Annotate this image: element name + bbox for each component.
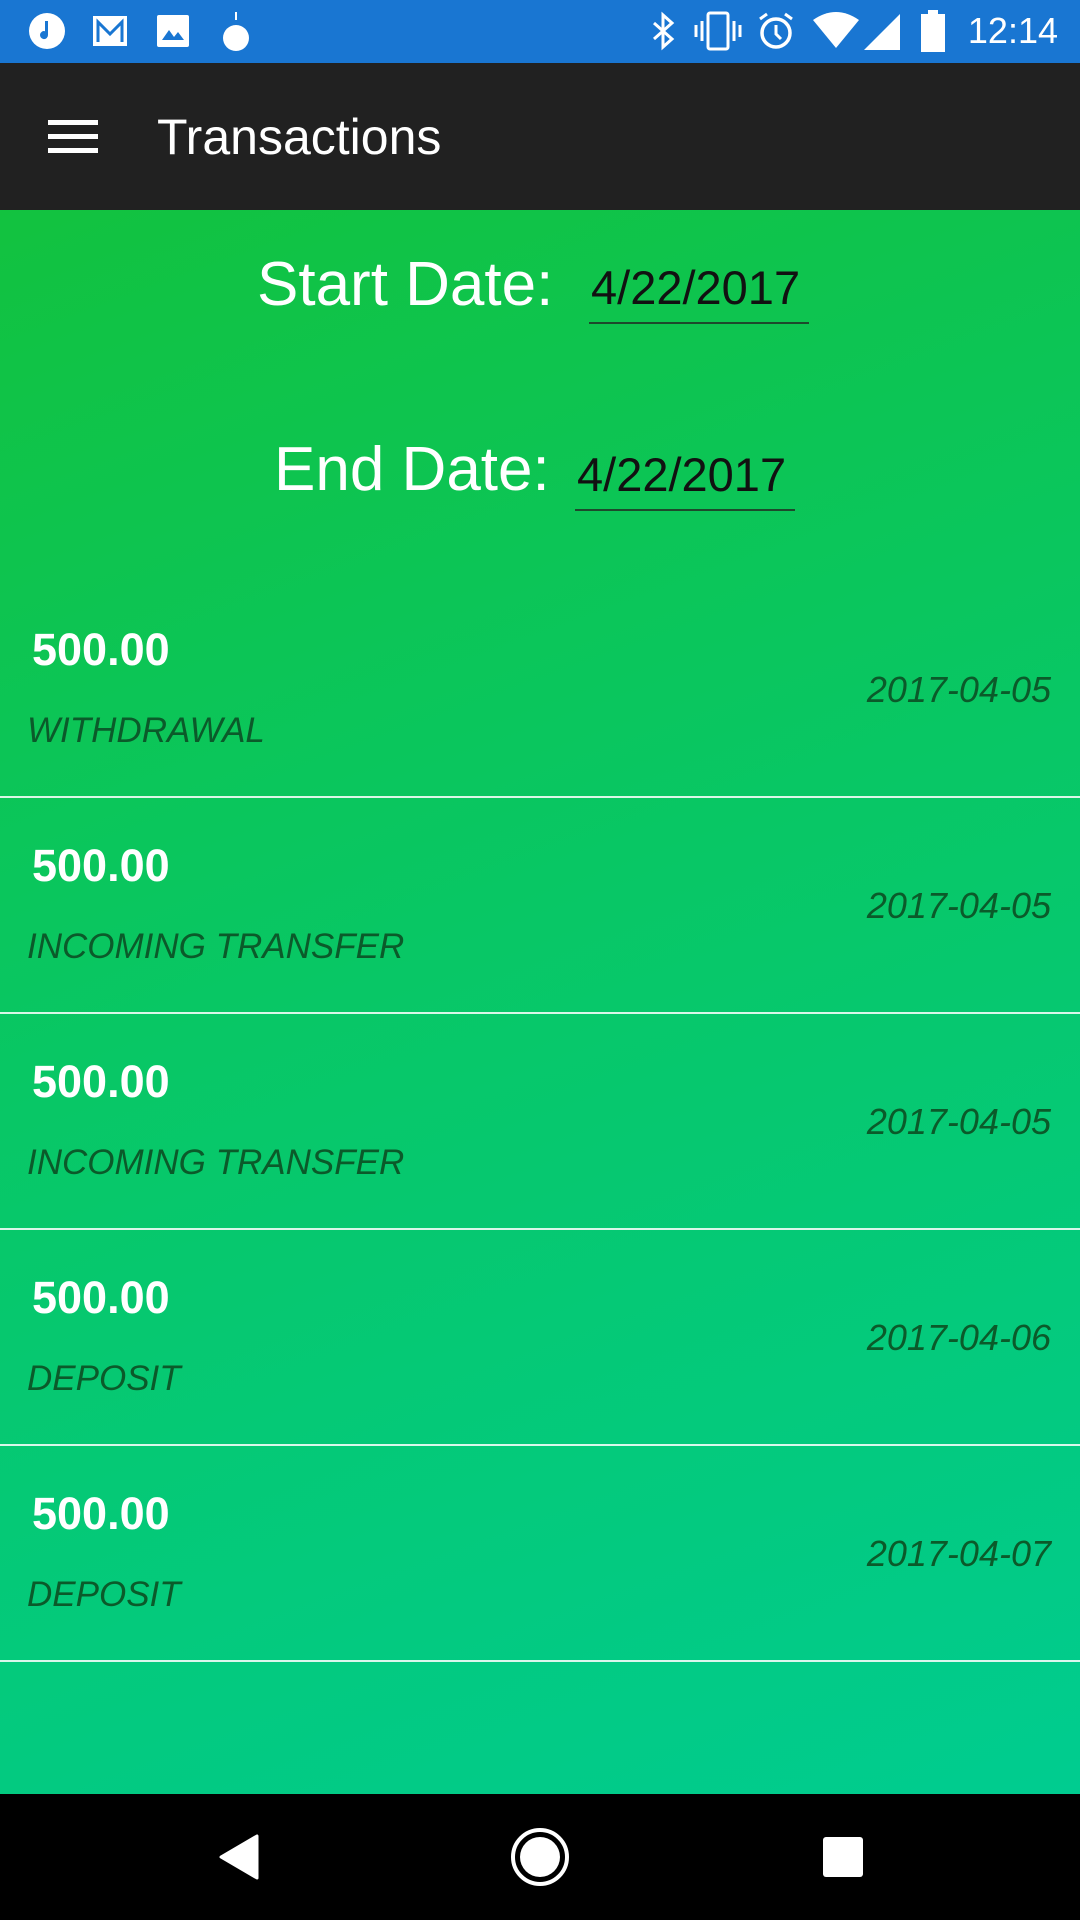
status-bar: 12:14 (0, 0, 1080, 63)
navigation-bar (0, 1794, 1080, 1920)
battery-icon (920, 10, 946, 52)
transaction-item[interactable]: 500.00 DEPOSIT 2017-04-07 (0, 1446, 1080, 1662)
transaction-type: INCOMING TRANSFER (27, 1143, 405, 1182)
music-icon (28, 12, 66, 50)
transaction-date: 2017-04-07 (866, 1533, 1051, 1574)
transaction-type: WITHDRAWAL (27, 711, 265, 750)
transaction-amount: 500.00 (32, 1272, 170, 1323)
transaction-item[interactable]: 500.00 INCOMING TRANSFER 2017-04-05 (0, 1014, 1080, 1230)
transaction-item[interactable]: 500.00 INCOMING TRANSFER 2017-04-05 (0, 798, 1080, 1014)
transaction-date: 2017-04-05 (866, 669, 1051, 710)
transaction-date: 2017-04-06 (866, 1317, 1051, 1358)
fruit-app-icon (220, 12, 252, 51)
transactions-content: Start Date: 4/22/2017 End Date: 4/22/201… (0, 210, 1080, 1794)
transaction-date: 2017-04-05 (866, 885, 1051, 926)
home-button[interactable] (505, 1824, 575, 1890)
back-button[interactable] (204, 1824, 274, 1890)
signal-icon (862, 12, 902, 50)
transaction-type: INCOMING TRANSFER (27, 927, 405, 966)
gmail-icon (92, 12, 128, 50)
clock: 12:14 (967, 10, 1058, 51)
transaction-amount: 500.00 (32, 1056, 170, 1107)
page-title: Transactions (157, 109, 442, 165)
photos-icon (156, 12, 190, 50)
transaction-date: 2017-04-05 (866, 1101, 1051, 1142)
transaction-amount: 500.00 (32, 840, 170, 891)
recents-button[interactable] (808, 1824, 878, 1890)
transaction-type: DEPOSIT (27, 1575, 181, 1614)
start-date-row: Start Date: 4/22/2017 (0, 250, 1080, 350)
transaction-item[interactable]: 500.00 WITHDRAWAL 2017-04-05 (0, 582, 1080, 798)
end-date-field[interactable]: 4/22/2017 (575, 447, 795, 511)
app-toolbar: Transactions (0, 63, 1080, 210)
transaction-item[interactable]: 500.00 DEPOSIT 2017-04-06 (0, 1230, 1080, 1446)
end-date-row: End Date: 4/22/2017 (0, 435, 1080, 535)
wifi-icon (812, 12, 860, 50)
home-icon (511, 1828, 569, 1886)
recents-icon (823, 1837, 863, 1877)
transaction-amount: 500.00 (32, 1488, 170, 1539)
vibrate-icon (694, 11, 742, 51)
alarm-icon (756, 12, 796, 50)
start-date-field[interactable]: 4/22/2017 (589, 260, 809, 324)
hamburger-menu-icon[interactable] (48, 120, 98, 154)
end-date-label: End Date: (274, 435, 550, 504)
start-date-label: Start Date: (257, 250, 554, 319)
bluetooth-icon (650, 11, 676, 51)
back-icon (219, 1834, 259, 1880)
transaction-type: DEPOSIT (27, 1359, 181, 1398)
transaction-amount: 500.00 (32, 624, 170, 675)
